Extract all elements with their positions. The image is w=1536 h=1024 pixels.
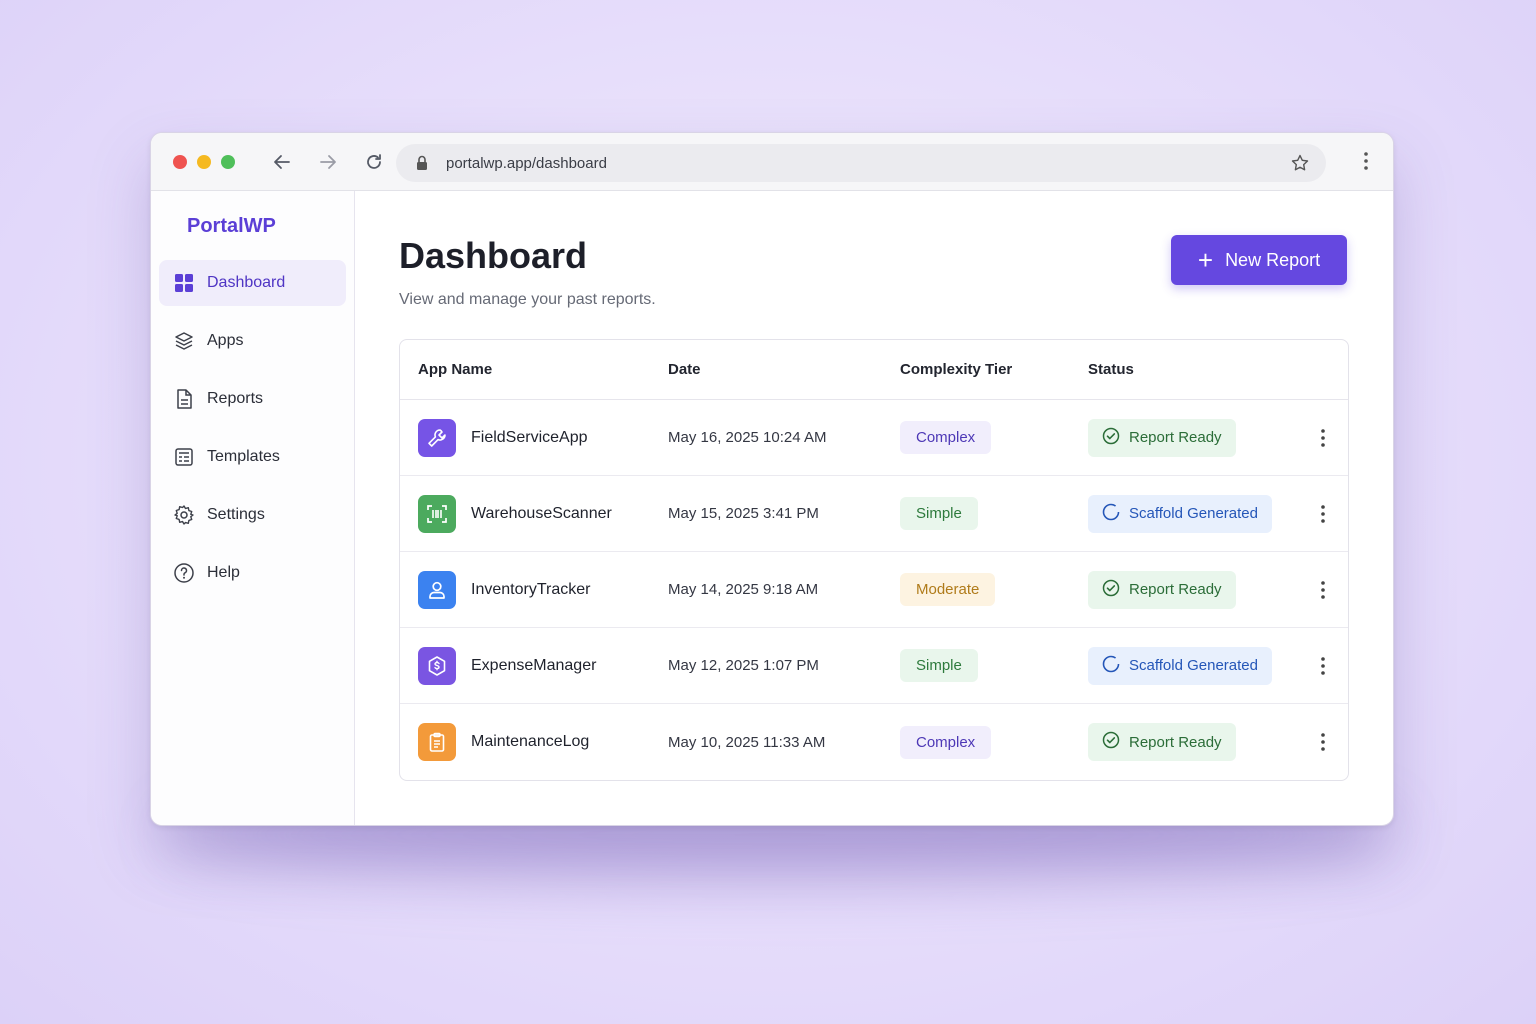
report-date: May 12, 2025 1:07 PM [668,657,819,674]
reload-icon[interactable] [361,149,387,175]
sidebar-item-label: Reports [207,390,264,407]
check-circle-icon [1102,427,1120,449]
user-icon [418,570,456,609]
address-bar[interactable]: portalwp.app/dashboard [396,144,1326,182]
browser-menu-icon[interactable] [1363,151,1369,176]
status-label: Report Ready [1129,733,1222,751]
table-header: App Name Date Complexity Tier Status [400,340,1348,400]
grid-icon [173,272,195,294]
gear-icon [173,504,195,526]
complexity-badge: Simple [900,497,978,530]
window-controls [173,154,235,169]
plus-icon: + [1197,245,1214,275]
status-label: Report Ready [1129,581,1222,598]
complexity-badge: Moderate [900,573,996,606]
report-date: May 14, 2025 9:18 AM [668,581,819,598]
table-row[interactable]: MaintenanceLog May 10, 2025 11:33 AM Com… [400,704,1348,780]
loading-circle-icon [1102,655,1120,677]
sidebar-item-label: Settings [207,506,265,523]
clipboard-icon [418,723,456,761]
app-name[interactable]: MaintenanceLog [471,733,589,751]
table-row[interactable]: ExpenseManager May 12, 2025 1:07 PM Simp… [400,628,1348,704]
wrench-icon [418,418,456,457]
layers-icon [173,330,195,352]
page-subtitle: View and manage your past reports. [399,291,656,308]
close-window-button[interactable] [173,154,187,169]
complexity-badge: Complex [900,421,992,454]
lock-icon [414,154,432,172]
help-icon [173,562,195,584]
barcode-scan-icon [418,494,456,533]
sidebar-item-label: Apps [207,332,244,349]
bookmark-star-icon[interactable] [1290,153,1310,178]
status-badge: Scaffold Generated [1088,646,1272,685]
status-label: Scaffold Generated [1129,657,1258,674]
status-badge: Report Ready [1088,723,1236,761]
status-badge: Report Ready [1088,418,1236,457]
app-name[interactable]: InventoryTracker [471,581,590,599]
row-menu-icon[interactable] [1298,732,1348,752]
check-circle-icon [1102,579,1120,601]
brand-logo[interactable]: PortalWP [187,215,354,238]
status-badge: Scaffold Generated [1088,494,1272,533]
new-report-button[interactable]: + New Report [1171,235,1347,285]
app-name[interactable]: ExpenseManager [471,657,596,675]
table-row[interactable]: FieldServiceApp May 16, 2025 10:24 AM Co… [400,400,1348,476]
sidebar-item-help[interactable]: Help [159,550,346,596]
report-date: May 10, 2025 11:33 AM [668,733,826,751]
minimize-window-button[interactable] [197,154,211,169]
column-header-app-name[interactable]: App Name [400,361,668,378]
row-menu-icon[interactable] [1298,656,1348,676]
forward-arrow-icon[interactable] [315,149,341,175]
template-icon [173,446,195,468]
maximize-window-button[interactable] [221,154,235,169]
status-label: Report Ready [1129,429,1222,446]
app-name[interactable]: WarehouseScanner [471,505,612,523]
complexity-badge: Complex [900,725,992,759]
back-arrow-icon[interactable] [269,149,295,175]
report-date: May 15, 2025 3:41 PM [668,505,819,522]
sidebar-item-templates[interactable]: Templates [159,434,346,480]
sidebar-item-dashboard[interactable]: Dashboard [159,260,346,306]
app-name[interactable]: FieldServiceApp [471,429,588,447]
sidebar: PortalWP Dashboard Apps Reports Template… [151,191,355,825]
row-menu-icon[interactable] [1298,428,1348,448]
url-text: portalwp.app/dashboard [446,154,607,172]
complexity-badge: Simple [900,649,978,682]
status-label: Scaffold Generated [1129,505,1258,522]
dollar-shield-icon [418,646,456,685]
sidebar-item-reports[interactable]: Reports [159,376,346,422]
sidebar-item-label: Help [207,564,240,581]
status-badge: Report Ready [1088,570,1236,609]
column-header-complexity[interactable]: Complexity Tier [900,361,1088,378]
sidebar-item-settings[interactable]: Settings [159,492,346,538]
main-content: Dashboard View and manage your past repo… [355,191,1393,825]
row-menu-icon[interactable] [1298,580,1348,600]
loading-circle-icon [1102,503,1120,525]
report-date: May 16, 2025 10:24 AM [668,429,827,446]
document-icon [173,388,195,410]
table-row[interactable]: InventoryTracker May 14, 2025 9:18 AM Mo… [400,552,1348,628]
column-header-status[interactable]: Status [1088,361,1298,378]
table-row[interactable]: WarehouseScanner May 15, 2025 3:41 PM Si… [400,476,1348,552]
browser-window: portalwp.app/dashboard PortalWP Dashboar… [150,132,1394,826]
row-menu-icon[interactable] [1298,504,1348,524]
sidebar-item-label: Templates [207,448,280,465]
browser-toolbar: portalwp.app/dashboard [151,133,1393,191]
sidebar-item-label: Dashboard [207,274,286,291]
check-circle-icon [1102,731,1120,753]
reports-table: App Name Date Complexity Tier Status Fie… [399,339,1349,781]
column-header-date[interactable]: Date [668,361,900,378]
sidebar-item-apps[interactable]: Apps [159,318,346,364]
new-report-label: New Report [1225,249,1321,270]
